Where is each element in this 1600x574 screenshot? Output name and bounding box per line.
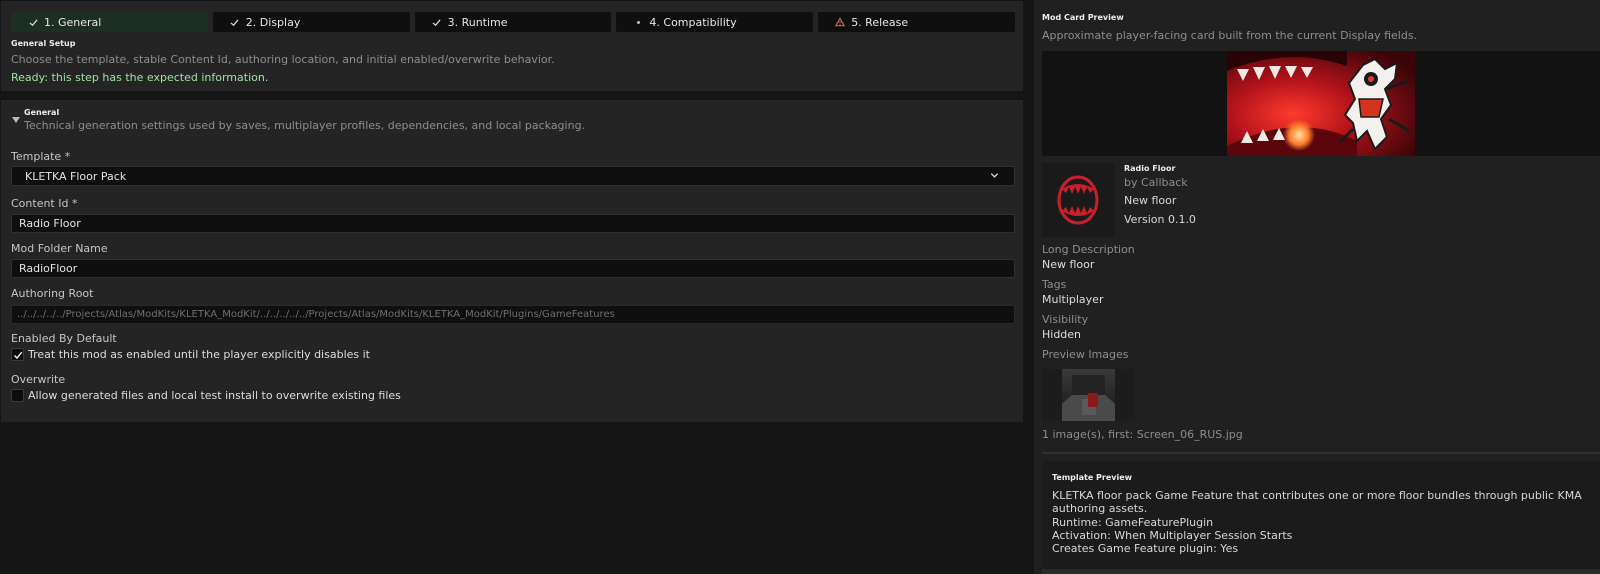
check-icon <box>28 18 38 27</box>
mod-icon <box>1042 163 1114 237</box>
tab-release[interactable]: 5. Release <box>818 12 1015 32</box>
preview-image-thumbnail[interactable] <box>1042 369 1135 421</box>
check-icon <box>432 18 442 27</box>
card-name: Radio Floor <box>1124 164 1176 173</box>
enabled-by-default-text: Treat this mod as enabled until the play… <box>28 348 370 361</box>
tags-label: Tags <box>1042 278 1067 291</box>
enabled-by-default-checkbox[interactable] <box>11 348 24 361</box>
template-creates-plugin: Creates Game Feature plugin: Yes <box>1052 542 1239 555</box>
check-icon <box>230 18 240 27</box>
template-preview-panel: Template Preview KLETKA floor pack Game … <box>1042 461 1600 569</box>
template-select-value: KLETKA Floor Pack <box>25 169 127 183</box>
folder-name-value: RadioFloor <box>19 262 78 275</box>
preview-description: Approximate player-facing card built fro… <box>1042 29 1418 42</box>
template-preview-description: KLETKA floor pack Game Feature that cont… <box>1052 489 1582 515</box>
mod-card-preview-pane: Mod Card Preview Approximate player-faci… <box>1034 0 1600 574</box>
collapse-arrow-icon[interactable] <box>12 117 20 123</box>
tab-display[interactable]: 2. Display <box>212 12 410 32</box>
template-runtime: Runtime: GameFeaturePlugin <box>1052 516 1214 529</box>
tab-runtime[interactable]: 3. Runtime <box>414 12 612 32</box>
panel-edge <box>1042 569 1600 574</box>
tab-label: 5. Release <box>851 15 909 29</box>
tags-value: Multiplayer <box>1042 293 1104 306</box>
content-id-value: Radio Floor <box>19 217 81 230</box>
tab-label: 1. General <box>44 15 102 29</box>
tab-label: 4. Compatibility <box>649 15 737 29</box>
content-id-input[interactable]: Radio Floor <box>11 214 1015 233</box>
steps-panel: 1. General 2. Display 3. Runtime 4. Comp… <box>1 1 1023 91</box>
long-description-label: Long Description <box>1042 243 1135 256</box>
check-icon <box>13 351 22 359</box>
section-title: General <box>24 108 60 117</box>
enabled-by-default-label: Enabled By Default <box>11 332 117 345</box>
visibility-label: Visibility <box>1042 313 1089 326</box>
card-author: by Callback <box>1124 176 1188 189</box>
setup-description: Choose the template, stable Content Id, … <box>11 53 555 66</box>
divider <box>1042 452 1600 454</box>
enabled-by-default-row[interactable]: Treat this mod as enabled until the play… <box>11 348 370 361</box>
authoring-root-value: ../../../../../Projects/Atlas/ModKits/KL… <box>17 309 615 320</box>
card-version: Version 0.1.0 <box>1124 213 1196 226</box>
overwrite-row[interactable]: Allow generated files and local test ins… <box>11 389 401 402</box>
folder-name-input[interactable]: RadioFloor <box>11 259 1015 278</box>
general-section: General Technical generation settings us… <box>1 100 1023 422</box>
step-tabs: 1. General 2. Display 3. Runtime 4. Comp… <box>11 12 1015 32</box>
images-summary: 1 image(s), first: Screen_06_RUS.jpg <box>1042 428 1243 441</box>
warning-triangle-icon <box>835 17 846 27</box>
wizard-left-pane: 1. General 2. Display 3. Runtime 4. Comp… <box>0 0 1023 574</box>
template-label: Template * <box>11 150 71 163</box>
banner-image <box>1227 51 1415 156</box>
overwrite-text: Allow generated files and local test ins… <box>28 389 401 402</box>
template-activation: Activation: When Multiplayer Session Sta… <box>1052 529 1293 542</box>
setup-title: General Setup <box>11 39 76 48</box>
authoring-root-label: Authoring Root <box>11 287 94 300</box>
visibility-value: Hidden <box>1042 328 1082 341</box>
step-status-text: Ready: this step has the expected inform… <box>11 71 269 84</box>
folder-name-label: Mod Folder Name <box>11 242 108 255</box>
card-short-description: New floor <box>1124 194 1177 207</box>
tab-general[interactable]: 1. General <box>11 12 208 32</box>
authoring-root-input[interactable]: ../../../../../Projects/Atlas/ModKits/KL… <box>11 305 1015 324</box>
tab-label: 3. Runtime <box>447 15 508 29</box>
overwrite-label: Overwrite <box>11 373 66 386</box>
chevron-down-icon <box>990 173 999 178</box>
template-select[interactable]: KLETKA Floor Pack <box>11 166 1015 186</box>
overwrite-checkbox[interactable] <box>11 389 24 402</box>
tab-label: 2. Display <box>245 15 301 29</box>
preview-images-label: Preview Images <box>1042 348 1129 361</box>
banner-area <box>1042 51 1600 156</box>
preview-title: Mod Card Preview <box>1042 13 1124 22</box>
dot-icon <box>633 20 643 24</box>
template-preview-title: Template Preview <box>1052 473 1133 482</box>
content-id-label: Content Id * <box>11 197 78 210</box>
long-description-value: New floor <box>1042 258 1095 271</box>
section-description: Technical generation settings used by sa… <box>24 119 586 132</box>
tab-compatibility[interactable]: 4. Compatibility <box>616 12 814 32</box>
